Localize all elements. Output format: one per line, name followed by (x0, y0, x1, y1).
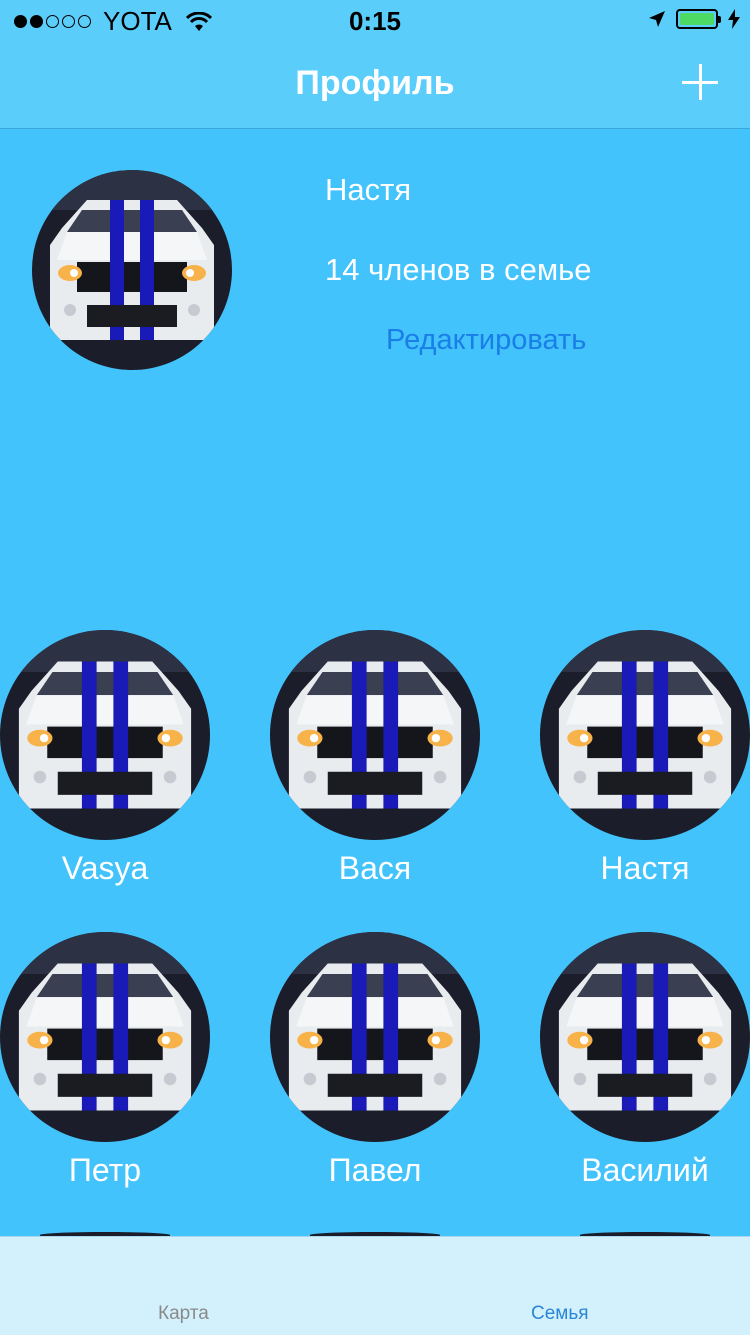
member-name: Петр (68, 1152, 142, 1188)
member-name: Вася (338, 850, 412, 886)
member-name: Настя (600, 850, 690, 886)
member-name: Василий (581, 1152, 709, 1188)
member-avatar[interactable] (0, 932, 210, 1142)
profile-name: Настя (325, 172, 412, 207)
member-avatar[interactable] (540, 630, 750, 840)
plus-icon[interactable] (680, 62, 720, 102)
member-name: Павел (328, 1152, 422, 1188)
status-time: 0:15 (348, 6, 402, 36)
page-title: Профиль (295, 64, 455, 102)
status-bar: YOTA 0:15 (0, 0, 750, 40)
tab-map[interactable]: Карта (158, 1303, 209, 1325)
member-avatar[interactable] (270, 630, 480, 840)
battery-icon (676, 9, 721, 29)
member-avatar[interactable] (540, 932, 750, 1142)
member-name: Vasya (61, 850, 149, 886)
edit-profile-button[interactable]: Редактировать (386, 324, 586, 357)
charging-bolt-icon (728, 9, 740, 29)
status-right (648, 9, 740, 29)
family-count: 14 членов в семье (325, 252, 592, 287)
navigation-bar: Профиль (0, 40, 750, 129)
profile-avatar[interactable] (32, 170, 232, 370)
tab-family[interactable]: Семья (531, 1303, 589, 1325)
tab-bar: Карта Семья (0, 1236, 750, 1335)
location-arrow-icon (649, 11, 665, 27)
member-avatar[interactable] (270, 932, 480, 1142)
member-avatar[interactable] (0, 630, 210, 840)
